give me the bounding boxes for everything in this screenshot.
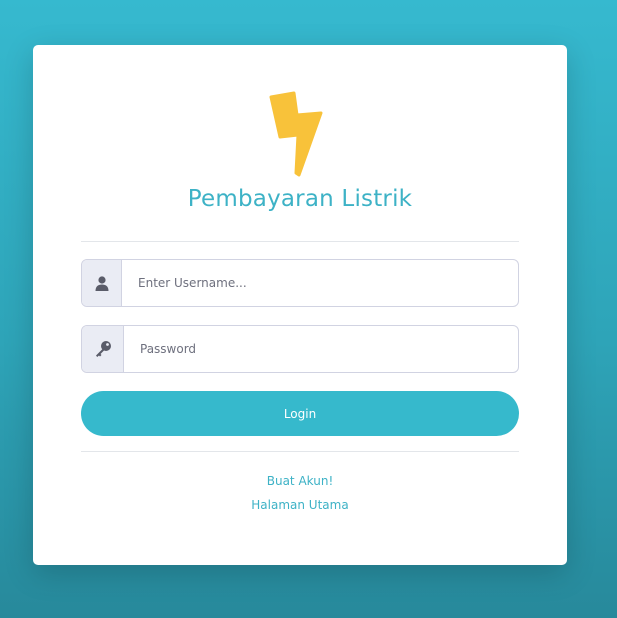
username-input-group [81, 259, 519, 307]
login-card: Pembayaran Listrik Login Buat Akun! Hala… [33, 45, 567, 565]
login-button[interactable]: Login [81, 391, 519, 436]
key-icon [82, 326, 124, 372]
username-input[interactable] [122, 260, 518, 306]
user-icon [82, 260, 122, 306]
password-input[interactable] [124, 326, 518, 372]
lightning-bolt-icon [269, 91, 323, 177]
register-link[interactable]: Buat Akun! [33, 474, 567, 488]
divider [81, 241, 519, 242]
home-link[interactable]: Halaman Utama [33, 498, 567, 512]
page-title: Pembayaran Listrik [187, 186, 413, 212]
divider [81, 451, 519, 452]
password-input-group [81, 325, 519, 373]
